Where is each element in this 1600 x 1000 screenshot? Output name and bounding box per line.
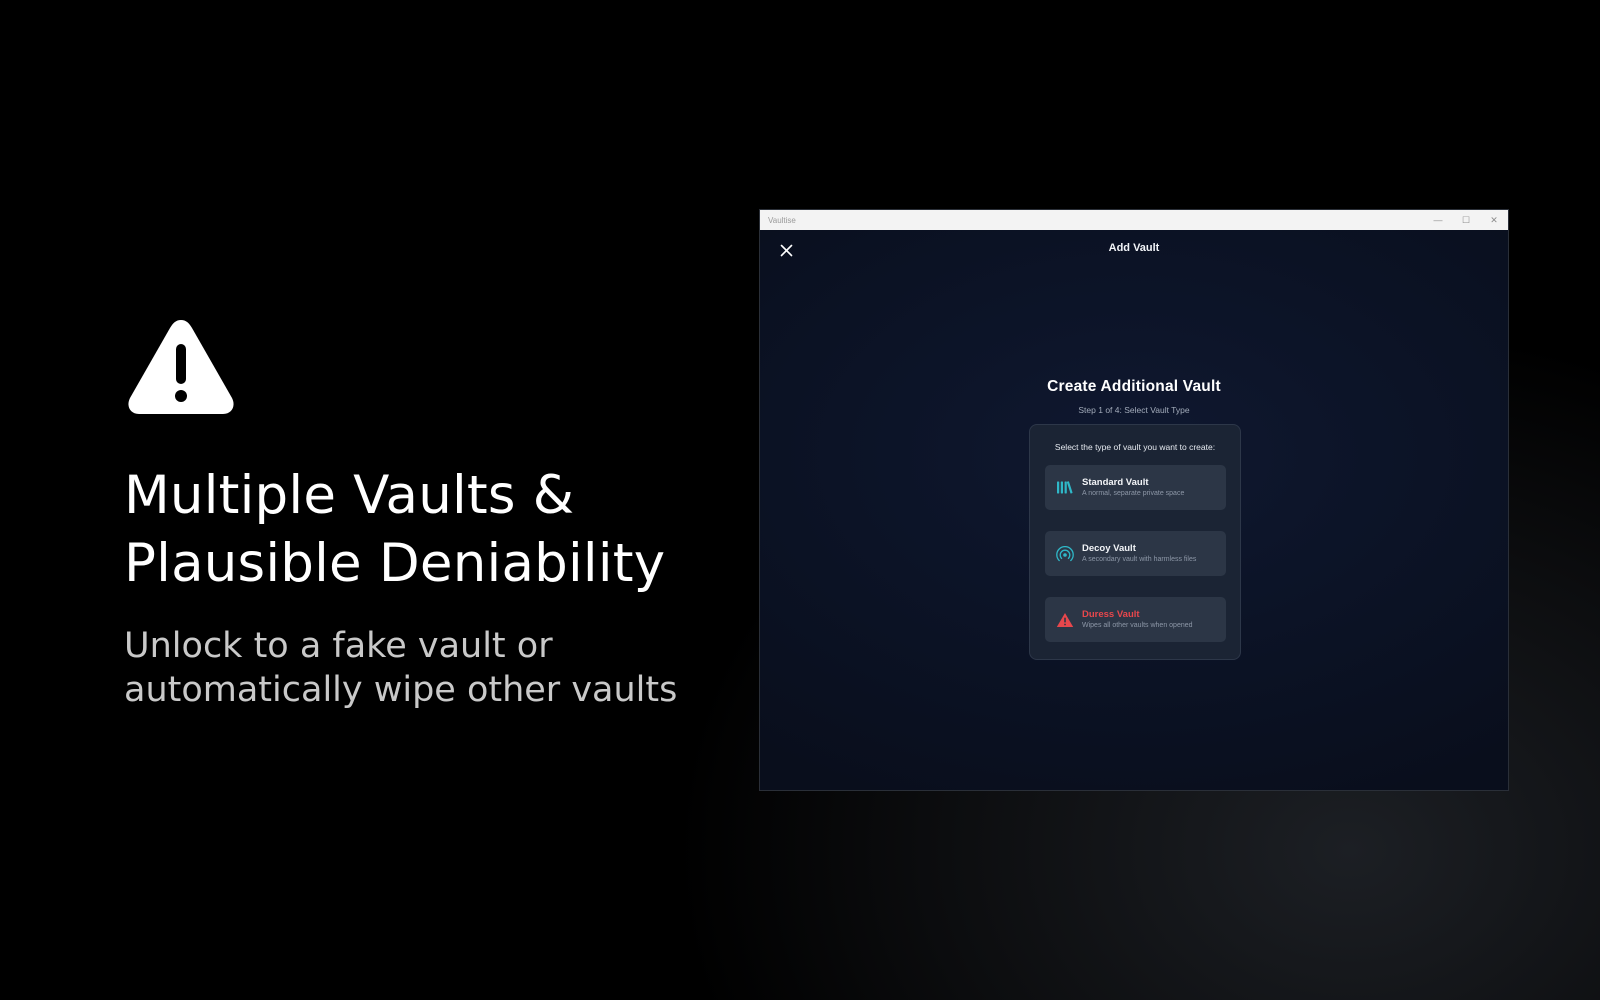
promo-section: Multiple Vaults & Plausible Deniability … bbox=[124, 314, 684, 712]
app-window: Vaultise — ☐ ✕ Add Vault Create Addition… bbox=[759, 209, 1509, 791]
option-description: Wipes all other vaults when opened bbox=[1082, 621, 1193, 629]
option-description: A normal, separate private space bbox=[1082, 489, 1185, 497]
vault-type-card: Select the type of vault you want to cre… bbox=[1029, 424, 1241, 660]
window-close-button[interactable]: ✕ bbox=[1480, 210, 1508, 230]
warning-icon bbox=[1054, 609, 1076, 631]
window-title: Vaultise bbox=[768, 215, 796, 225]
promo-headline: Multiple Vaults & Plausible Deniability bbox=[124, 462, 684, 598]
option-decoy-vault[interactable]: Decoy Vault A secondary vault with harml… bbox=[1045, 531, 1226, 576]
subhead-line-1: Unlock to a fake vault or bbox=[124, 626, 553, 666]
headline-line-2: Plausible Deniability bbox=[124, 533, 666, 594]
option-duress-vault[interactable]: Duress Vault Wipes all other vaults when… bbox=[1045, 597, 1226, 642]
window-titlebar[interactable]: Vaultise — ☐ ✕ bbox=[760, 210, 1508, 230]
wizard-title: Create Additional Vault bbox=[1047, 378, 1221, 395]
subhead-line-2: automatically wipe other vaults bbox=[124, 670, 678, 710]
radar-icon bbox=[1054, 543, 1076, 565]
option-title: Standard Vault bbox=[1082, 476, 1149, 488]
promo-subhead: Unlock to a fake vault or automatically … bbox=[124, 624, 684, 712]
option-title: Decoy Vault bbox=[1082, 542, 1136, 554]
maximize-button[interactable]: ☐ bbox=[1452, 210, 1480, 230]
page-title: Add Vault bbox=[1108, 242, 1160, 254]
app-header: Add Vault bbox=[760, 230, 1508, 270]
books-icon bbox=[1054, 477, 1076, 499]
option-text: Decoy Vault A secondary vault with harml… bbox=[1082, 543, 1196, 565]
headline-line-1: Multiple Vaults & bbox=[124, 465, 575, 526]
option-text: Duress Vault Wipes all other vaults when… bbox=[1082, 609, 1193, 631]
option-standard-vault[interactable]: Standard Vault A normal, separate privat… bbox=[1045, 465, 1226, 510]
warning-triangle-icon bbox=[128, 320, 234, 414]
app-content: Add Vault Create Additional Vault Step 1… bbox=[760, 230, 1508, 790]
wizard-step-indicator: Step 1 of 4: Select Vault Type bbox=[1078, 405, 1190, 415]
option-title: Duress Vault bbox=[1082, 608, 1140, 620]
option-text: Standard Vault A normal, separate privat… bbox=[1082, 477, 1184, 499]
minimize-button[interactable]: — bbox=[1424, 210, 1452, 230]
option-description: A secondary vault with harmless files bbox=[1082, 555, 1197, 563]
window-controls: — ☐ ✕ bbox=[1424, 210, 1508, 230]
vault-type-prompt: Select the type of vault you want to cre… bbox=[1054, 442, 1216, 452]
